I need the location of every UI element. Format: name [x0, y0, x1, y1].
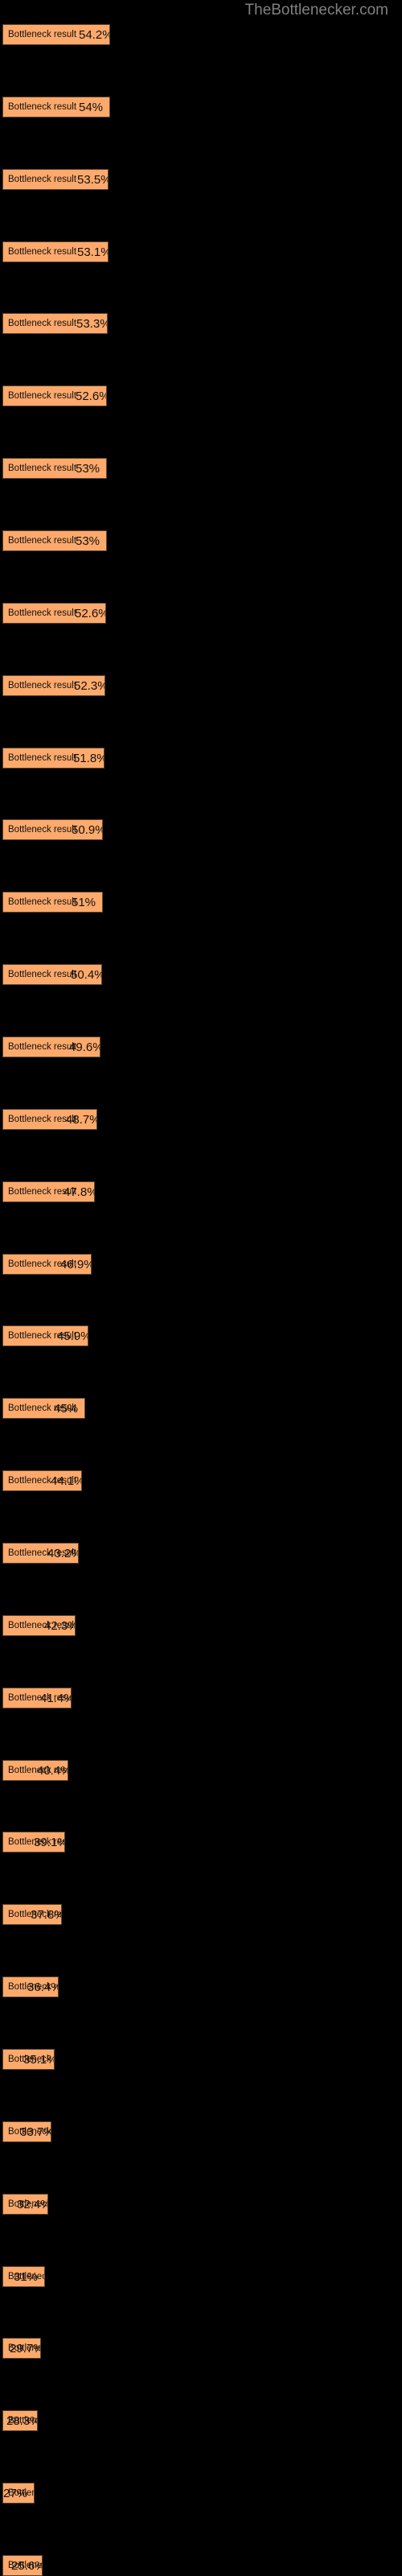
bar[interactable]: Bottleneck result 51.8%: [2, 748, 105, 769]
bar[interactable]: Bottleneck result 52.6%: [2, 385, 107, 406]
bar[interactable]: Bottleneck result 45.9%: [2, 1325, 88, 1346]
bar[interactable]: Bottleneck result40.4%: [2, 1760, 68, 1781]
bar-value-label: 35.1%: [23, 2053, 55, 2067]
bar-value-label: 52.6%: [76, 389, 107, 403]
bar[interactable]: Bottleneck result 54.2%: [2, 24, 110, 45]
bar[interactable]: Bottleneck result 48.7%: [2, 1109, 97, 1130]
bar[interactable]: Bottleneck result 53.3%: [2, 313, 108, 334]
bar-category-label: Bottleneck result: [8, 753, 77, 763]
bar-value-label: 37.8%: [31, 1908, 62, 1922]
bar-value-label: 32.4%: [17, 2198, 48, 2211]
bar-value-label: 54%: [79, 101, 104, 114]
bar[interactable]: Bottleneck result 53.1%: [2, 241, 109, 262]
bar[interactable]: Bottleneck result27%: [2, 2483, 35, 2504]
bar-value-label: 51%: [72, 896, 96, 909]
bar-value-label: 28.3%: [6, 2414, 38, 2428]
bar[interactable]: Bottleneck result 49.6%: [2, 1037, 100, 1057]
bar-category-label: Bottleneck result: [8, 1042, 77, 1052]
bar-category-label: Bottleneck result: [8, 464, 77, 473]
bar-category-label: Bottleneck result: [8, 30, 77, 39]
bar-category-label: Bottleneck result: [8, 391, 77, 401]
bar[interactable]: Bottleneck result 54%: [2, 97, 110, 117]
bar[interactable]: Bottleneck result 51%: [2, 892, 103, 913]
bottleneck-bar-chart: TheBottlenecker.com Bottleneck result 54.…: [0, 0, 402, 2576]
bar[interactable]: Bottleneck result37.8%: [2, 1904, 62, 1925]
bar-category-label: Bottleneck result: [8, 608, 77, 618]
bar-category-label: Bottleneck result: [8, 970, 77, 979]
bar-category-label: Bottleneck result: [8, 247, 77, 257]
bar[interactable]: Bottleneck result 44.1%: [2, 1470, 82, 1491]
bar[interactable]: Bottleneck result 52.3%: [2, 675, 105, 696]
bar[interactable]: Bottleneck result28.3%: [2, 2410, 38, 2431]
bar[interactable]: Bottleneck result 46.9%: [2, 1254, 92, 1275]
bar-category-label: Bottleneck result: [8, 319, 77, 328]
bar[interactable]: Bottleneck result 50.4%: [2, 964, 102, 985]
bar-value-label: 45.9%: [57, 1329, 88, 1343]
bar-category-label: Bottleneck result: [8, 825, 77, 835]
bar[interactable]: Bottleneck result 47.8%: [2, 1181, 95, 1202]
bar[interactable]: Bottleneck result25.6%: [2, 2555, 43, 2576]
bar[interactable]: Bottleneck result 50.9%: [2, 819, 103, 840]
bar[interactable]: Bottleneck result 41.4%: [2, 1688, 72, 1708]
bar-value-label: 41.4%: [40, 1692, 72, 1705]
bar[interactable]: Bottleneck result 45%: [2, 1398, 85, 1419]
bar[interactable]: Bottleneck result33.7%: [2, 2121, 51, 2142]
bar-value-label: 44.1%: [51, 1474, 82, 1488]
bar[interactable]: Bottleneck result32.4%: [2, 2194, 48, 2215]
bar-value-label: 48.7%: [66, 1113, 97, 1127]
bar-value-label: 42.3%: [44, 1619, 76, 1633]
bar-value-label: 53.3%: [76, 317, 108, 331]
bar-value-label: 43.2%: [47, 1547, 79, 1560]
bar[interactable]: Bottleneck result 52.6%: [2, 603, 106, 624]
bar-value-label: 53.1%: [77, 245, 109, 259]
bar-value-label: 50.9%: [72, 823, 103, 837]
bar-category-label: Bottleneck result: [8, 681, 77, 690]
bar-value-label: 40.4%: [37, 1764, 68, 1778]
bar[interactable]: Bottleneck result 53%: [2, 530, 107, 551]
bar-value-label: 47.8%: [64, 1185, 95, 1199]
bar-category-label: Bottleneck result: [8, 102, 77, 112]
bar-category-label: Bottleneck result: [8, 175, 77, 184]
bar-value-label: 49.6%: [69, 1041, 100, 1054]
bar-value-label: 27%: [3, 2487, 28, 2500]
bar-value-label: 52.3%: [74, 679, 105, 693]
bar[interactable]: Bottleneck result 53%: [2, 458, 107, 479]
bar-value-label: 46.9%: [60, 1258, 92, 1272]
bar[interactable]: Bottleneck result36.4%: [2, 1976, 59, 1997]
bar-value-label: 51.8%: [73, 752, 105, 765]
bar-value-label: 53.5%: [77, 173, 109, 187]
bar-value-label: 39.1%: [34, 1836, 65, 1849]
bar-category-label: Bottleneck result: [8, 536, 77, 546]
bar-value-label: 53%: [76, 534, 100, 548]
bar-value-label: 36.4%: [27, 1980, 59, 1994]
bar[interactable]: Bottleneck result31%: [2, 2266, 45, 2287]
bar[interactable]: Bottleneck result29.7%: [2, 2338, 41, 2359]
bar-value-label: 52.6%: [75, 607, 106, 620]
bar-value-label: 25.6%: [11, 2559, 43, 2573]
bar-list: Bottleneck result 54.2% Bottleneck result 5…: [0, 0, 402, 2576]
bar-value-label: 29.7%: [10, 2342, 41, 2355]
bar-value-label: 54.2%: [79, 28, 110, 42]
bar[interactable]: Bottleneck result 42.3%: [2, 1615, 76, 1636]
bar[interactable]: Bottleneck result 43.2%: [2, 1543, 79, 1564]
bar-value-label: 45%: [54, 1402, 79, 1416]
bar-value-label: 31%: [14, 2270, 39, 2284]
bar[interactable]: Bottleneck result35.1%: [2, 2049, 55, 2070]
bar[interactable]: Bottleneck result39.1%: [2, 1832, 65, 1853]
bar[interactable]: Bottleneck result 53.5%: [2, 169, 109, 190]
bar-value-label: 50.4%: [71, 968, 102, 982]
bar-value-label: 53%: [76, 462, 100, 476]
bar-value-label: 33.7%: [20, 2125, 51, 2139]
bar-category-label: Bottleneck result: [8, 897, 77, 907]
